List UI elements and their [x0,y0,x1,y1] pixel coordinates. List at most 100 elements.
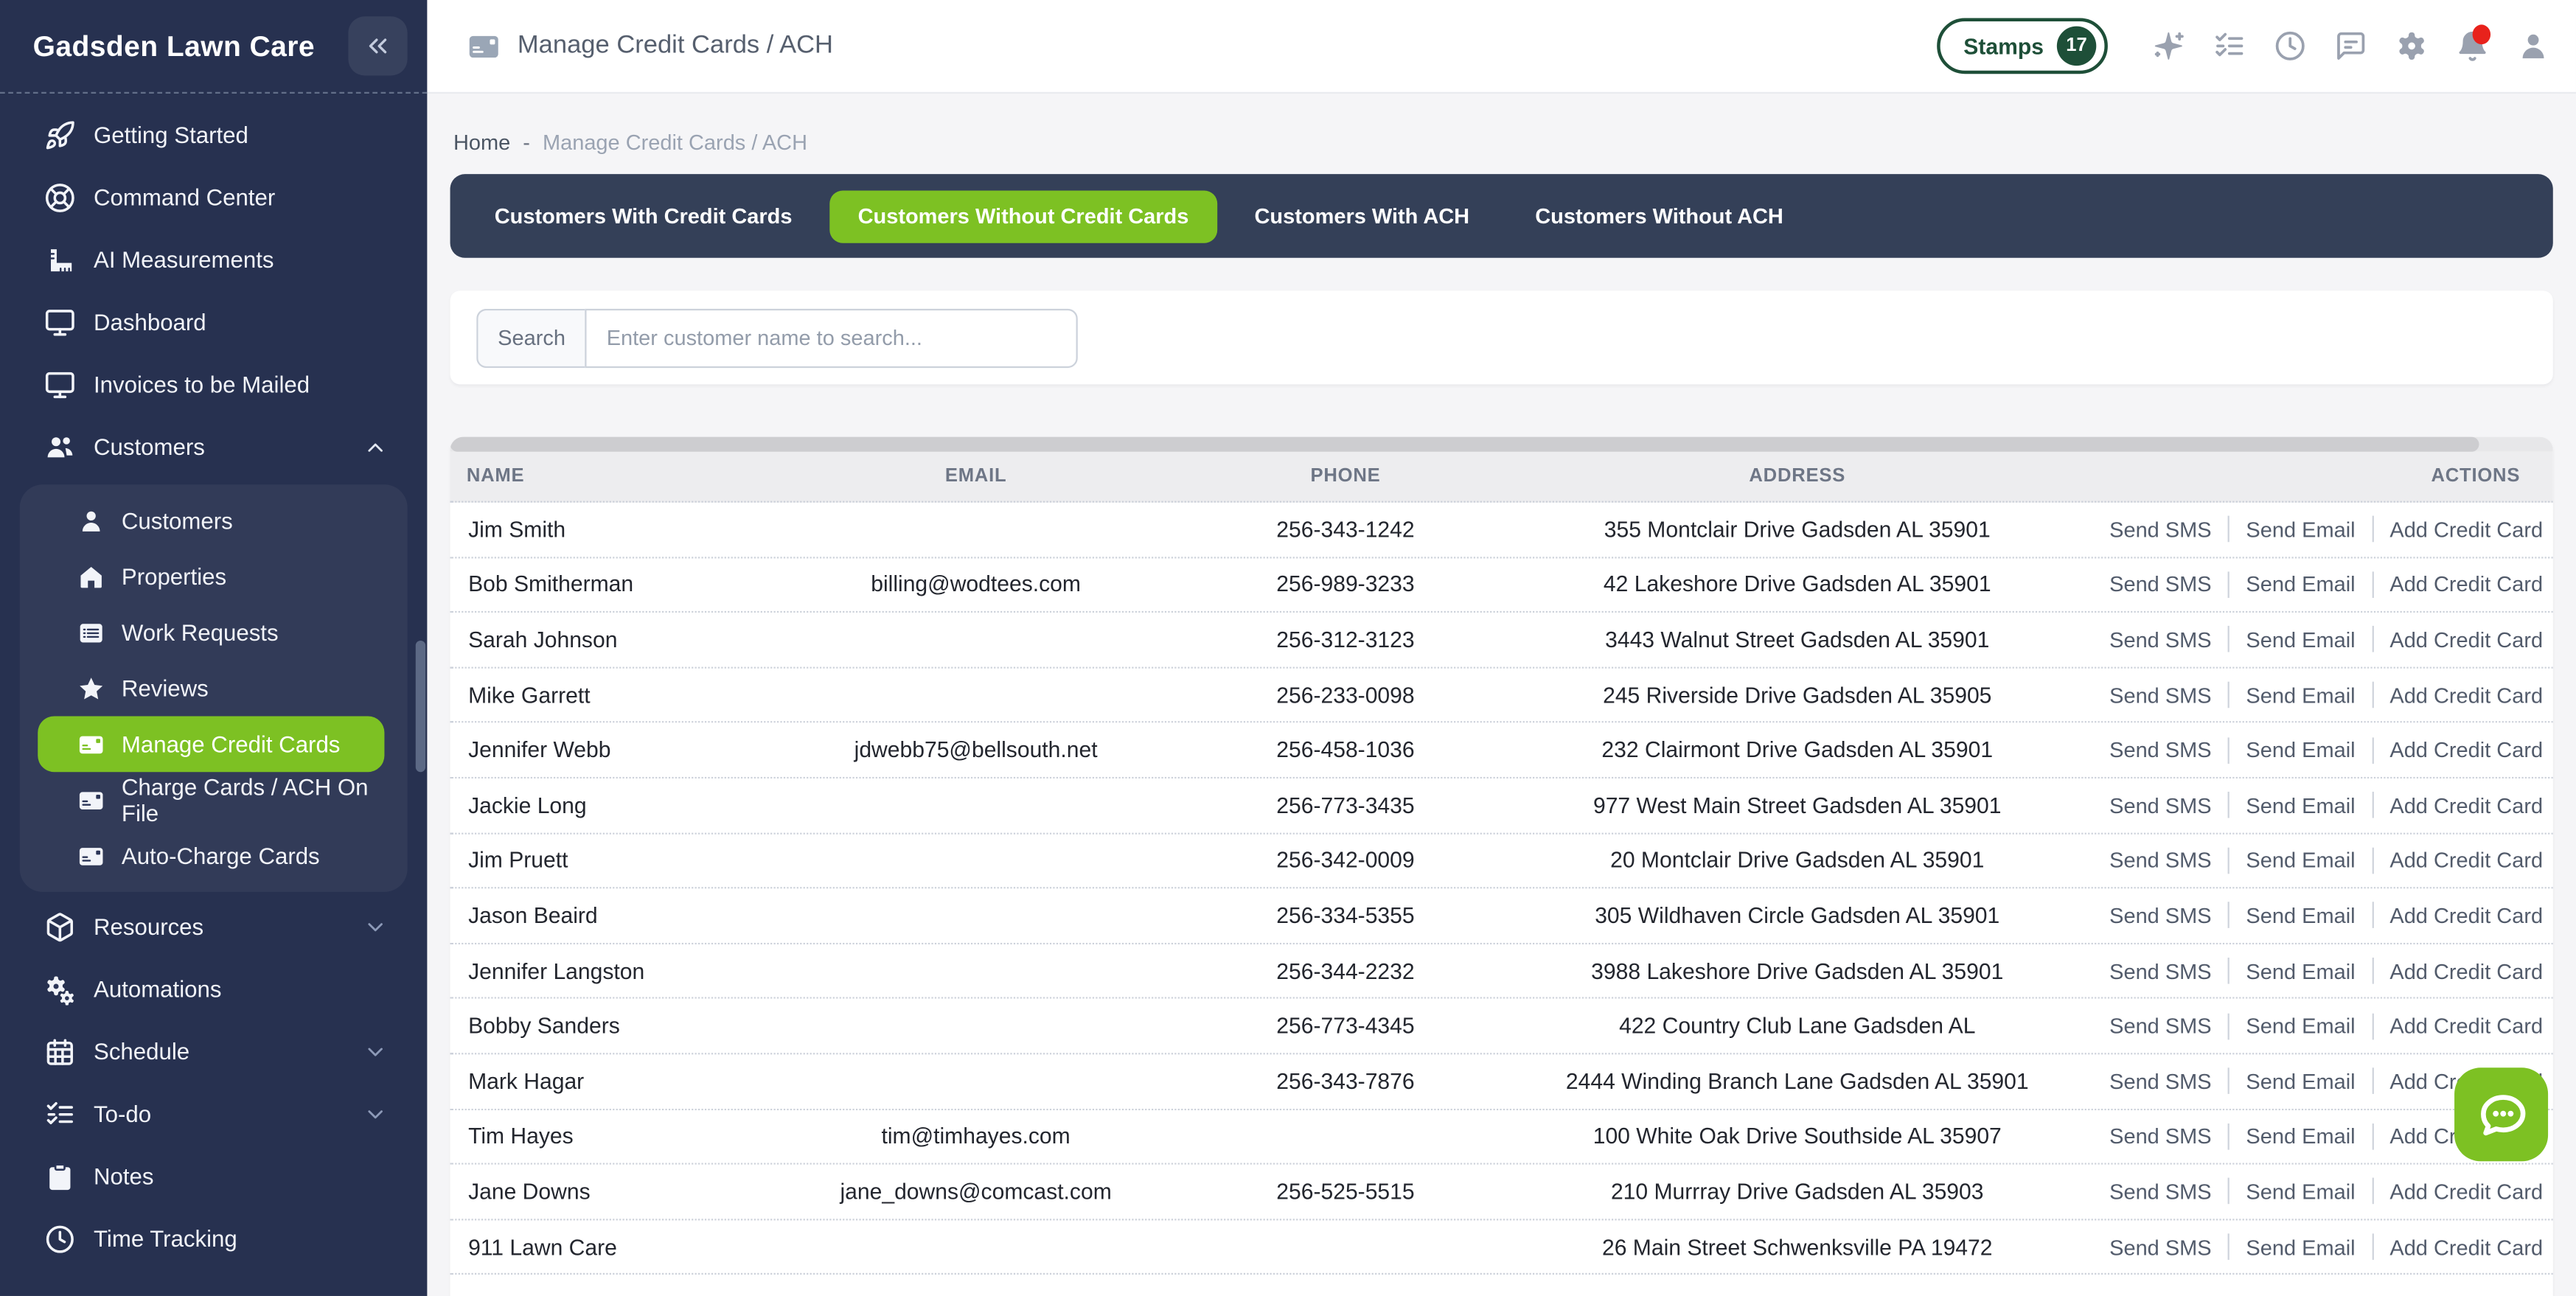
action-add-credit-card[interactable]: Add Credit Card [2389,958,2543,983]
sidebar-item-dashboard[interactable]: Dashboard [0,290,427,353]
clock-button[interactable] [2274,29,2307,63]
bell-button[interactable] [2456,29,2489,63]
sidebar-item-customers[interactable]: Customers [0,416,427,478]
action-send-sms[interactable]: Send SMS [2109,683,2212,707]
action-send-email[interactable]: Send Email [2246,1124,2355,1149]
table-row: 911 Lawn Care26 Main Street Schwenksvill… [450,1220,2553,1275]
sidebar-item-getting-started[interactable]: Getting Started [0,103,427,166]
action-send-email[interactable]: Send Email [2246,572,2355,596]
action-send-sms[interactable]: Send SMS [2109,793,2212,818]
action-add-credit-card[interactable]: Add Credit Card [2389,517,2543,541]
cell-actions: Send SMS Send Email Add Credit Card [2109,571,2553,598]
sidebar-item-notes[interactable]: Notes [0,1145,427,1208]
action-add-credit-card[interactable]: Add Credit Card [2389,627,2543,652]
sidebar-item-ai-measurements[interactable]: AI Measurements [0,229,427,291]
tab-customers-without-ach[interactable]: Customers Without ACH [1507,189,1811,242]
action-divider [2372,1233,2373,1260]
list-card-icon [77,619,105,647]
action-send-email[interactable]: Send Email [2246,1069,2355,1093]
sidebar-item-time-tracking[interactable]: Time Tracking [0,1208,427,1270]
chat-square-button[interactable] [2334,29,2367,63]
sidebar-subitem-auto-charge-cards[interactable]: Auto-Charge Cards [38,828,384,884]
checklist-icon [44,1098,75,1129]
stamps-pill[interactable]: Stamps 17 [1938,18,2108,74]
action-send-sms[interactable]: Send SMS [2109,738,2212,762]
action-send-sms[interactable]: Send SMS [2109,1014,2212,1038]
search-input[interactable] [585,308,1078,367]
tab-customers-without-credit-cards[interactable]: Customers Without Credit Cards [830,189,1217,242]
cell-address: 977 West Main Street Gadsden AL 35901 [1485,793,2109,818]
cell-name: Jim Smith [467,517,746,541]
action-send-email[interactable]: Send Email [2246,517,2355,541]
sidebar-collapse-button[interactable] [348,16,407,75]
sidebar-subitem-label: Manage Credit Cards [122,731,341,758]
action-send-email[interactable]: Send Email [2246,1014,2355,1038]
chat-launcher-button[interactable] [2454,1067,2548,1161]
checklist-button[interactable] [2213,29,2246,63]
action-send-email[interactable]: Send Email [2246,1234,2355,1258]
action-add-credit-card[interactable]: Add Credit Card [2389,738,2543,762]
action-send-email[interactable]: Send Email [2246,1180,2355,1204]
sidebar-subitem-charge-cards-ach-on-file[interactable]: Charge Cards / ACH On File [38,772,384,828]
stamps-count-badge: 17 [2057,27,2096,66]
action-add-credit-card[interactable]: Add Credit Card [2389,849,2543,873]
sidebar-subitem-properties[interactable]: Properties [38,548,384,605]
cell-address: 210 Murrray Drive Gadsden AL 35903 [1485,1180,2109,1204]
action-add-credit-card[interactable]: Add Credit Card [2389,1234,2543,1258]
action-divider [2228,627,2229,653]
sidebar-subitem-label: Reviews [122,675,209,702]
sparkles-icon [2152,29,2185,63]
sidebar-item-command-center[interactable]: Command Center [0,166,427,229]
action-send-sms[interactable]: Send SMS [2109,903,2212,927]
main-area: Manage Credit Cards / ACH Stamps 17 Home… [427,0,2576,1296]
action-send-sms[interactable]: Send SMS [2109,1180,2212,1204]
sidebar-item-automations[interactable]: Automations [0,958,427,1020]
action-send-sms[interactable]: Send SMS [2109,1234,2212,1258]
sidebar-item-resources[interactable]: Resources [0,895,427,958]
action-add-credit-card[interactable]: Add Credit Card [2389,1180,2543,1204]
action-add-credit-card[interactable]: Add Credit Card [2389,572,2543,596]
sidebar-scrollbar-thumb[interactable] [416,641,425,772]
action-send-email[interactable]: Send Email [2246,793,2355,818]
sidebar-subitem-customers[interactable]: Customers [38,492,384,548]
action-send-sms[interactable]: Send SMS [2109,572,2212,596]
table-horizontal-scrollbar-thumb[interactable] [450,437,2479,452]
cell-actions: Send SMS Send Email Add Credit Card [2109,627,2553,653]
gears-icon [44,973,75,1004]
action-send-sms[interactable]: Send SMS [2109,958,2212,983]
action-send-email[interactable]: Send Email [2246,958,2355,983]
sidebar-item-invoices-to-be-mailed[interactable]: Invoices to be Mailed [0,353,427,416]
action-add-credit-card[interactable]: Add Credit Card [2389,1014,2543,1038]
action-send-email[interactable]: Send Email [2246,683,2355,707]
action-add-credit-card[interactable]: Add Credit Card [2389,683,2543,707]
action-send-sms[interactable]: Send SMS [2109,1069,2212,1093]
action-add-credit-card[interactable]: Add Credit Card [2389,903,2543,927]
sidebar-item-schedule[interactable]: Schedule [0,1020,427,1083]
action-send-sms[interactable]: Send SMS [2109,1124,2212,1149]
user-avatar-button[interactable] [2517,29,2550,63]
action-send-sms[interactable]: Send SMS [2109,849,2212,873]
action-send-email[interactable]: Send Email [2246,903,2355,927]
sidebar-item-label: Dashboard [94,309,206,335]
sidebar-item-label: Schedule [94,1038,189,1065]
action-send-sms[interactable]: Send SMS [2109,627,2212,652]
sidebar-subitem-reviews[interactable]: Reviews [38,661,384,717]
tab-customers-with-ach[interactable]: Customers With ACH [1227,189,1497,242]
sparkles-button[interactable] [2152,29,2185,63]
table-row: Tim Hayestim@timhayes.com100 White Oak D… [450,1109,2553,1165]
action-send-email[interactable]: Send Email [2246,738,2355,762]
sidebar-subitem-work-requests[interactable]: Work Requests [38,605,384,661]
cell-name: Jennifer Webb [467,738,746,762]
action-send-email[interactable]: Send Email [2246,627,2355,652]
tab-customers-with-credit-cards[interactable]: Customers With Credit Cards [467,189,821,242]
sidebar-subitem-manage-credit-cards[interactable]: Manage Credit Cards [38,716,384,772]
action-divider [2228,847,2229,874]
table-row: Bobby Sanders256-773-4345422 Country Clu… [450,999,2553,1054]
gear-button[interactable] [2395,29,2429,63]
action-send-email[interactable]: Send Email [2246,849,2355,873]
action-add-credit-card[interactable]: Add Credit Card [2389,793,2543,818]
sidebar-item-to-do[interactable]: To-do [0,1082,427,1145]
breadcrumb-home-link[interactable]: Home [453,130,510,154]
cell-phone: 256-343-7876 [1206,1069,1486,1093]
action-send-sms[interactable]: Send SMS [2109,517,2212,541]
